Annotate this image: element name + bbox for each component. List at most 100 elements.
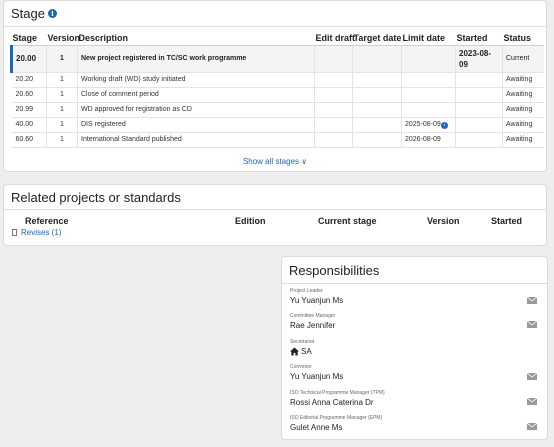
limit-date-value: 2025-08-09 xyxy=(405,120,441,128)
stage-status: Awaiting xyxy=(502,102,544,118)
stage-limit-date xyxy=(401,45,456,73)
stage-code: 20.99 xyxy=(11,102,47,118)
stage-code: 20.60 xyxy=(11,87,47,103)
stage-version: 1 xyxy=(46,117,78,133)
stage-description: Working draft (WD) study initiated xyxy=(77,72,315,88)
info-icon[interactable]: i xyxy=(47,9,57,18)
stage-limit-date xyxy=(401,72,456,88)
responsibility-item: Convenor Yu Yuanjun Ms xyxy=(290,364,343,382)
stage-started xyxy=(455,132,503,148)
responsibility-item: ISO Editorial Programme Manager (EPM) Gu… xyxy=(290,415,382,433)
revises-label: Revises (1) xyxy=(21,228,62,237)
column-header: Status xyxy=(502,31,544,46)
stage-version: 1 xyxy=(46,132,78,148)
responsibility-name: Rossi Anna Caterina Dr xyxy=(290,398,374,407)
column-header-reference: Reference xyxy=(25,216,69,226)
document-icon xyxy=(12,229,17,236)
column-header: Stage xyxy=(11,31,47,46)
responsibility-role: ISO Editorial Programme Manager (EPM) xyxy=(290,415,383,421)
stage-limit-date: 2025-08-09 i xyxy=(401,117,456,133)
column-header: Version xyxy=(46,31,80,46)
revises-link[interactable]: Revises (1) xyxy=(12,228,61,237)
responsibility-name: Yu Yuanjun Ms xyxy=(290,372,344,381)
stage-description: International Standard published xyxy=(77,132,315,148)
stage-status: Awaiting xyxy=(502,72,544,88)
home-icon xyxy=(290,347,299,356)
stage-target-date xyxy=(352,102,402,118)
mail-icon[interactable] xyxy=(527,297,537,304)
stage-edit-draft xyxy=(314,72,353,88)
stage-code: 20.00 xyxy=(10,45,47,73)
responsibilities-card: Responsibilities Project Leader Yu Yuanj… xyxy=(281,256,548,440)
stage-title: Stage xyxy=(11,6,45,21)
stages-table: Stage Version Description Edit draft Tar… xyxy=(10,31,544,148)
stage-status: Current xyxy=(502,45,544,73)
stage-description: DIS registered xyxy=(77,117,315,133)
responsibility-role: Secretariat xyxy=(290,339,315,345)
stage-version: 1 xyxy=(46,72,78,88)
mail-icon[interactable] xyxy=(527,321,537,328)
table-row: 20.99 1 WD approved for registration as … xyxy=(11,102,544,118)
stage-edit-draft xyxy=(314,117,353,133)
responsibility-name: Gulet Anne Ms xyxy=(290,423,343,432)
column-header: Limit date xyxy=(401,31,456,46)
stage-target-date xyxy=(352,45,402,73)
responsibility-name: Yu Yuanjun Ms xyxy=(290,296,344,305)
stage-code: 60.60 xyxy=(11,132,47,148)
stage-description: New project registered in TC/SC work pro… xyxy=(77,45,315,73)
related-card: Related projects or standards xyxy=(3,184,547,246)
responsibility-role: Convenor xyxy=(290,364,312,370)
info-icon[interactable]: i xyxy=(440,121,448,129)
stage-status: Awaiting xyxy=(502,87,544,103)
stage-version: 1 xyxy=(46,102,78,118)
stage-started xyxy=(455,72,503,88)
related-title: Related projects or standards xyxy=(11,189,181,205)
related-header: Related projects or standards xyxy=(4,185,546,210)
secretariat-name: SA xyxy=(290,346,314,357)
responsibility-name: Rae Jennifer xyxy=(290,321,336,330)
stage-edit-draft xyxy=(314,102,353,118)
stage-version: 1 xyxy=(46,87,78,103)
table-row-current: 20.00 1 New project registered in TC/SC … xyxy=(10,45,544,73)
stage-edit-draft xyxy=(314,45,353,73)
responsibility-item: Project Leader Yu Yuanjun Ms xyxy=(290,288,343,306)
mail-icon[interactable] xyxy=(527,398,537,405)
stage-target-date xyxy=(352,117,402,133)
stage-code: 20.20 xyxy=(11,72,47,88)
column-header: Description xyxy=(77,31,315,46)
stage-limit-date xyxy=(401,87,456,103)
mail-icon[interactable] xyxy=(527,373,537,380)
stage-code: 40.00 xyxy=(11,117,47,133)
responsibility-item: ISO Technical Programme Manager (TPM) Ro… xyxy=(290,390,385,408)
mail-icon[interactable] xyxy=(527,423,537,430)
responsibility-role: Project Leader xyxy=(290,288,323,294)
stage-limit-date: 2026-08-09 xyxy=(401,132,456,148)
column-header-started: Started xyxy=(491,216,523,226)
stage-description: Close of comment period xyxy=(77,87,315,103)
column-header-edition: Edition xyxy=(235,216,266,226)
responsibility-item: Secretariat SA xyxy=(290,339,314,357)
column-header: Edit draft xyxy=(314,31,355,46)
table-row: 60.60 1 International Standard published… xyxy=(11,132,544,148)
column-header: Target date xyxy=(352,31,402,46)
stage-limit-date xyxy=(401,102,456,118)
stage-version: 1 xyxy=(46,45,78,73)
stage-card: Stage i Stage Version Description Edit d… xyxy=(3,0,547,172)
stage-target-date xyxy=(352,87,402,103)
responsibilities-title: Responsibilities xyxy=(289,262,380,278)
stage-edit-draft xyxy=(314,132,353,148)
stage-status: Awaiting xyxy=(502,132,544,148)
table-row: 20.20 1 Working draft (WD) study initiat… xyxy=(11,72,544,88)
column-header: Started xyxy=(455,31,503,46)
stage-description: WD approved for registration as CD xyxy=(77,102,315,118)
stage-header: Stage i xyxy=(4,1,546,27)
stage-status: Awaiting xyxy=(502,117,544,133)
show-all-stages-link[interactable]: Show all stages ∨ xyxy=(4,157,546,166)
responsibilities-header: Responsibilities xyxy=(282,257,547,284)
stage-started: 2023-08-09 xyxy=(455,45,503,73)
responsibility-role: Committee Manager xyxy=(290,313,336,319)
stage-started xyxy=(455,102,503,118)
stage-started xyxy=(455,87,503,103)
stage-target-date xyxy=(352,132,402,148)
table-row: 20.60 1 Close of comment period Awaiting xyxy=(11,87,544,103)
